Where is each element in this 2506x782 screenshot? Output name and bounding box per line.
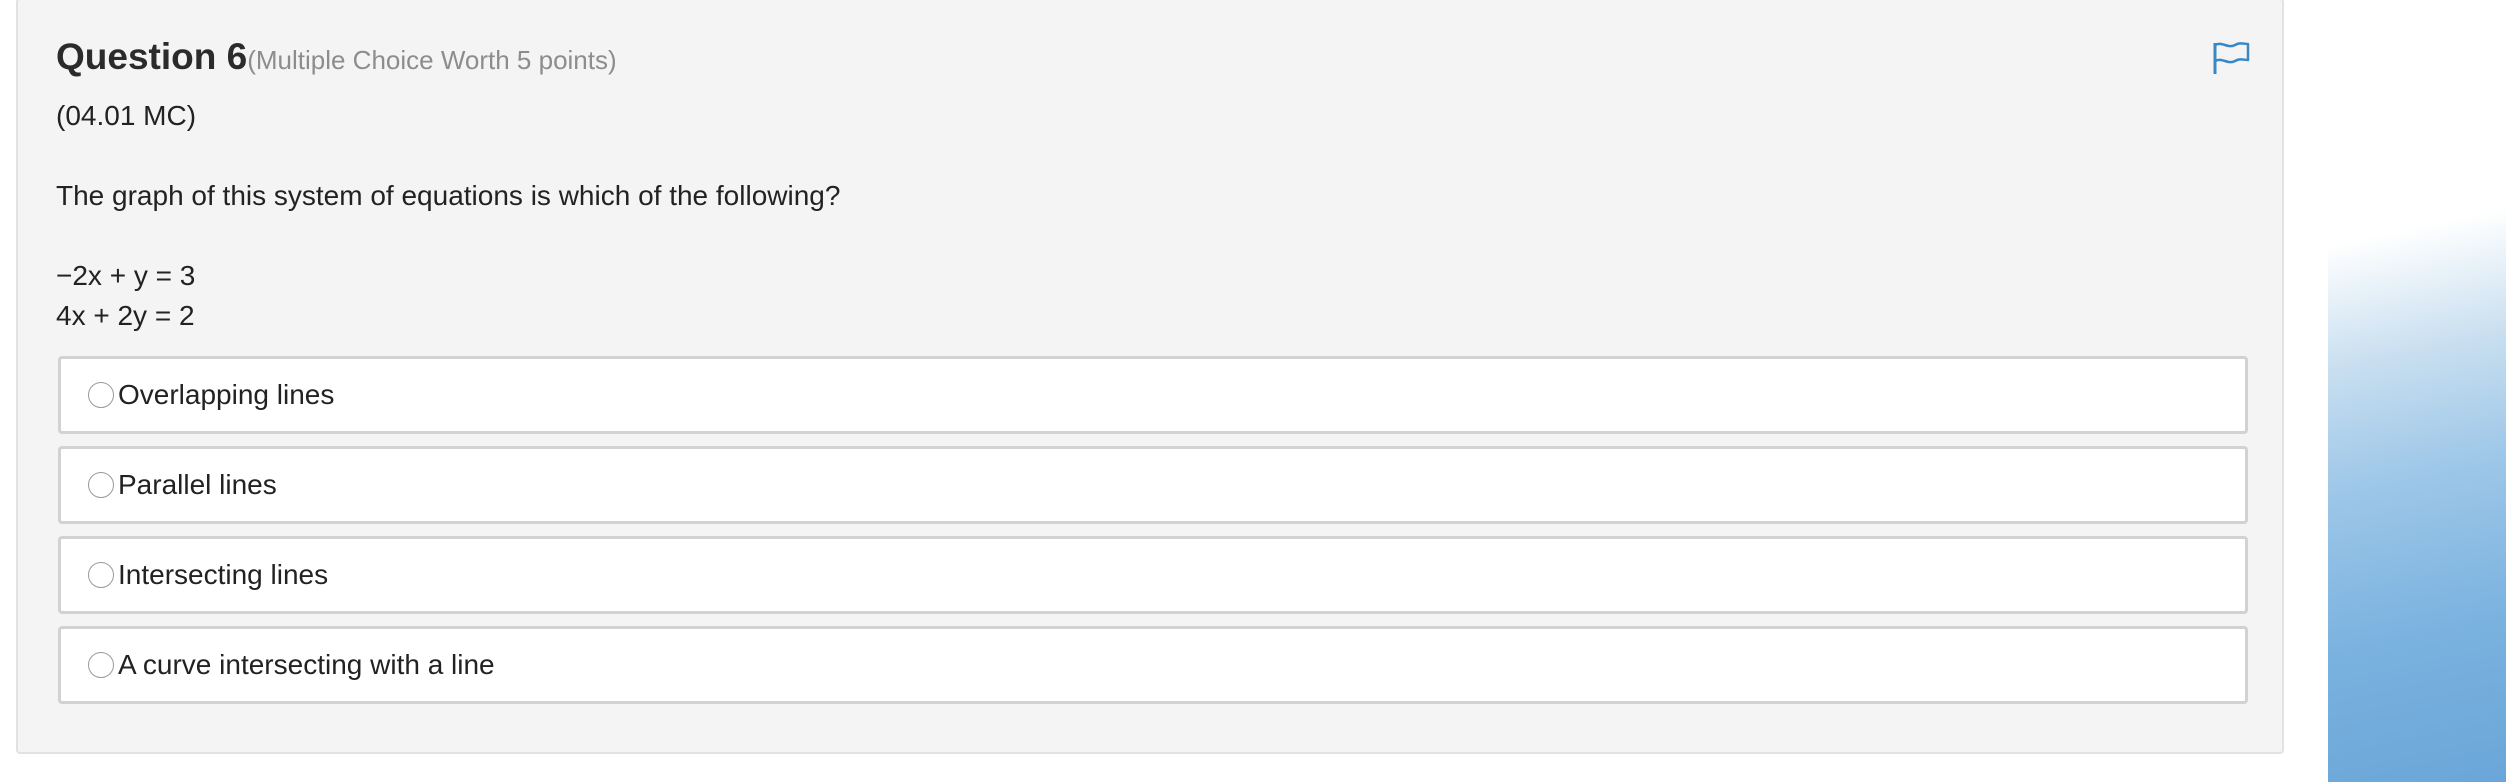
- side-background-gradient: [2328, 0, 2506, 782]
- question-code: (04.01 MC): [56, 100, 197, 131]
- radio-button[interactable]: [88, 652, 114, 678]
- answer-option-label: Parallel lines: [118, 469, 277, 500]
- radio-button[interactable]: [88, 562, 114, 588]
- question-card: Question 6(Multiple Choice Worth 5 point…: [16, 0, 2284, 754]
- answer-option-intersecting[interactable]: Intersecting lines: [58, 536, 2248, 614]
- question-header: Question 6(Multiple Choice Worth 5 point…: [56, 36, 617, 78]
- question-prompt: The graph of this system of equations is…: [56, 180, 841, 211]
- equation-2: 4x + 2y = 2: [56, 300, 195, 331]
- flag-icon: [2213, 42, 2250, 74]
- answer-option-label: Intersecting lines: [118, 559, 329, 590]
- question-points: (Multiple Choice Worth 5 points): [247, 45, 617, 75]
- answer-option-label: Overlapping lines: [118, 379, 335, 410]
- radio-button[interactable]: [88, 382, 114, 408]
- answer-option-overlapping[interactable]: Overlapping lines: [58, 356, 2248, 434]
- answer-option-parallel[interactable]: Parallel lines: [58, 446, 2248, 524]
- answer-option-curve[interactable]: A curve intersecting with a line: [58, 626, 2248, 704]
- flag-question-button[interactable]: [2210, 40, 2252, 76]
- question-title: Question 6: [56, 36, 248, 77]
- equation-1: −2x + y = 3: [56, 260, 196, 291]
- answer-options: Overlapping lines Parallel lines Interse…: [58, 356, 2248, 716]
- radio-button[interactable]: [88, 472, 114, 498]
- answer-option-label: A curve intersecting with a line: [118, 649, 495, 680]
